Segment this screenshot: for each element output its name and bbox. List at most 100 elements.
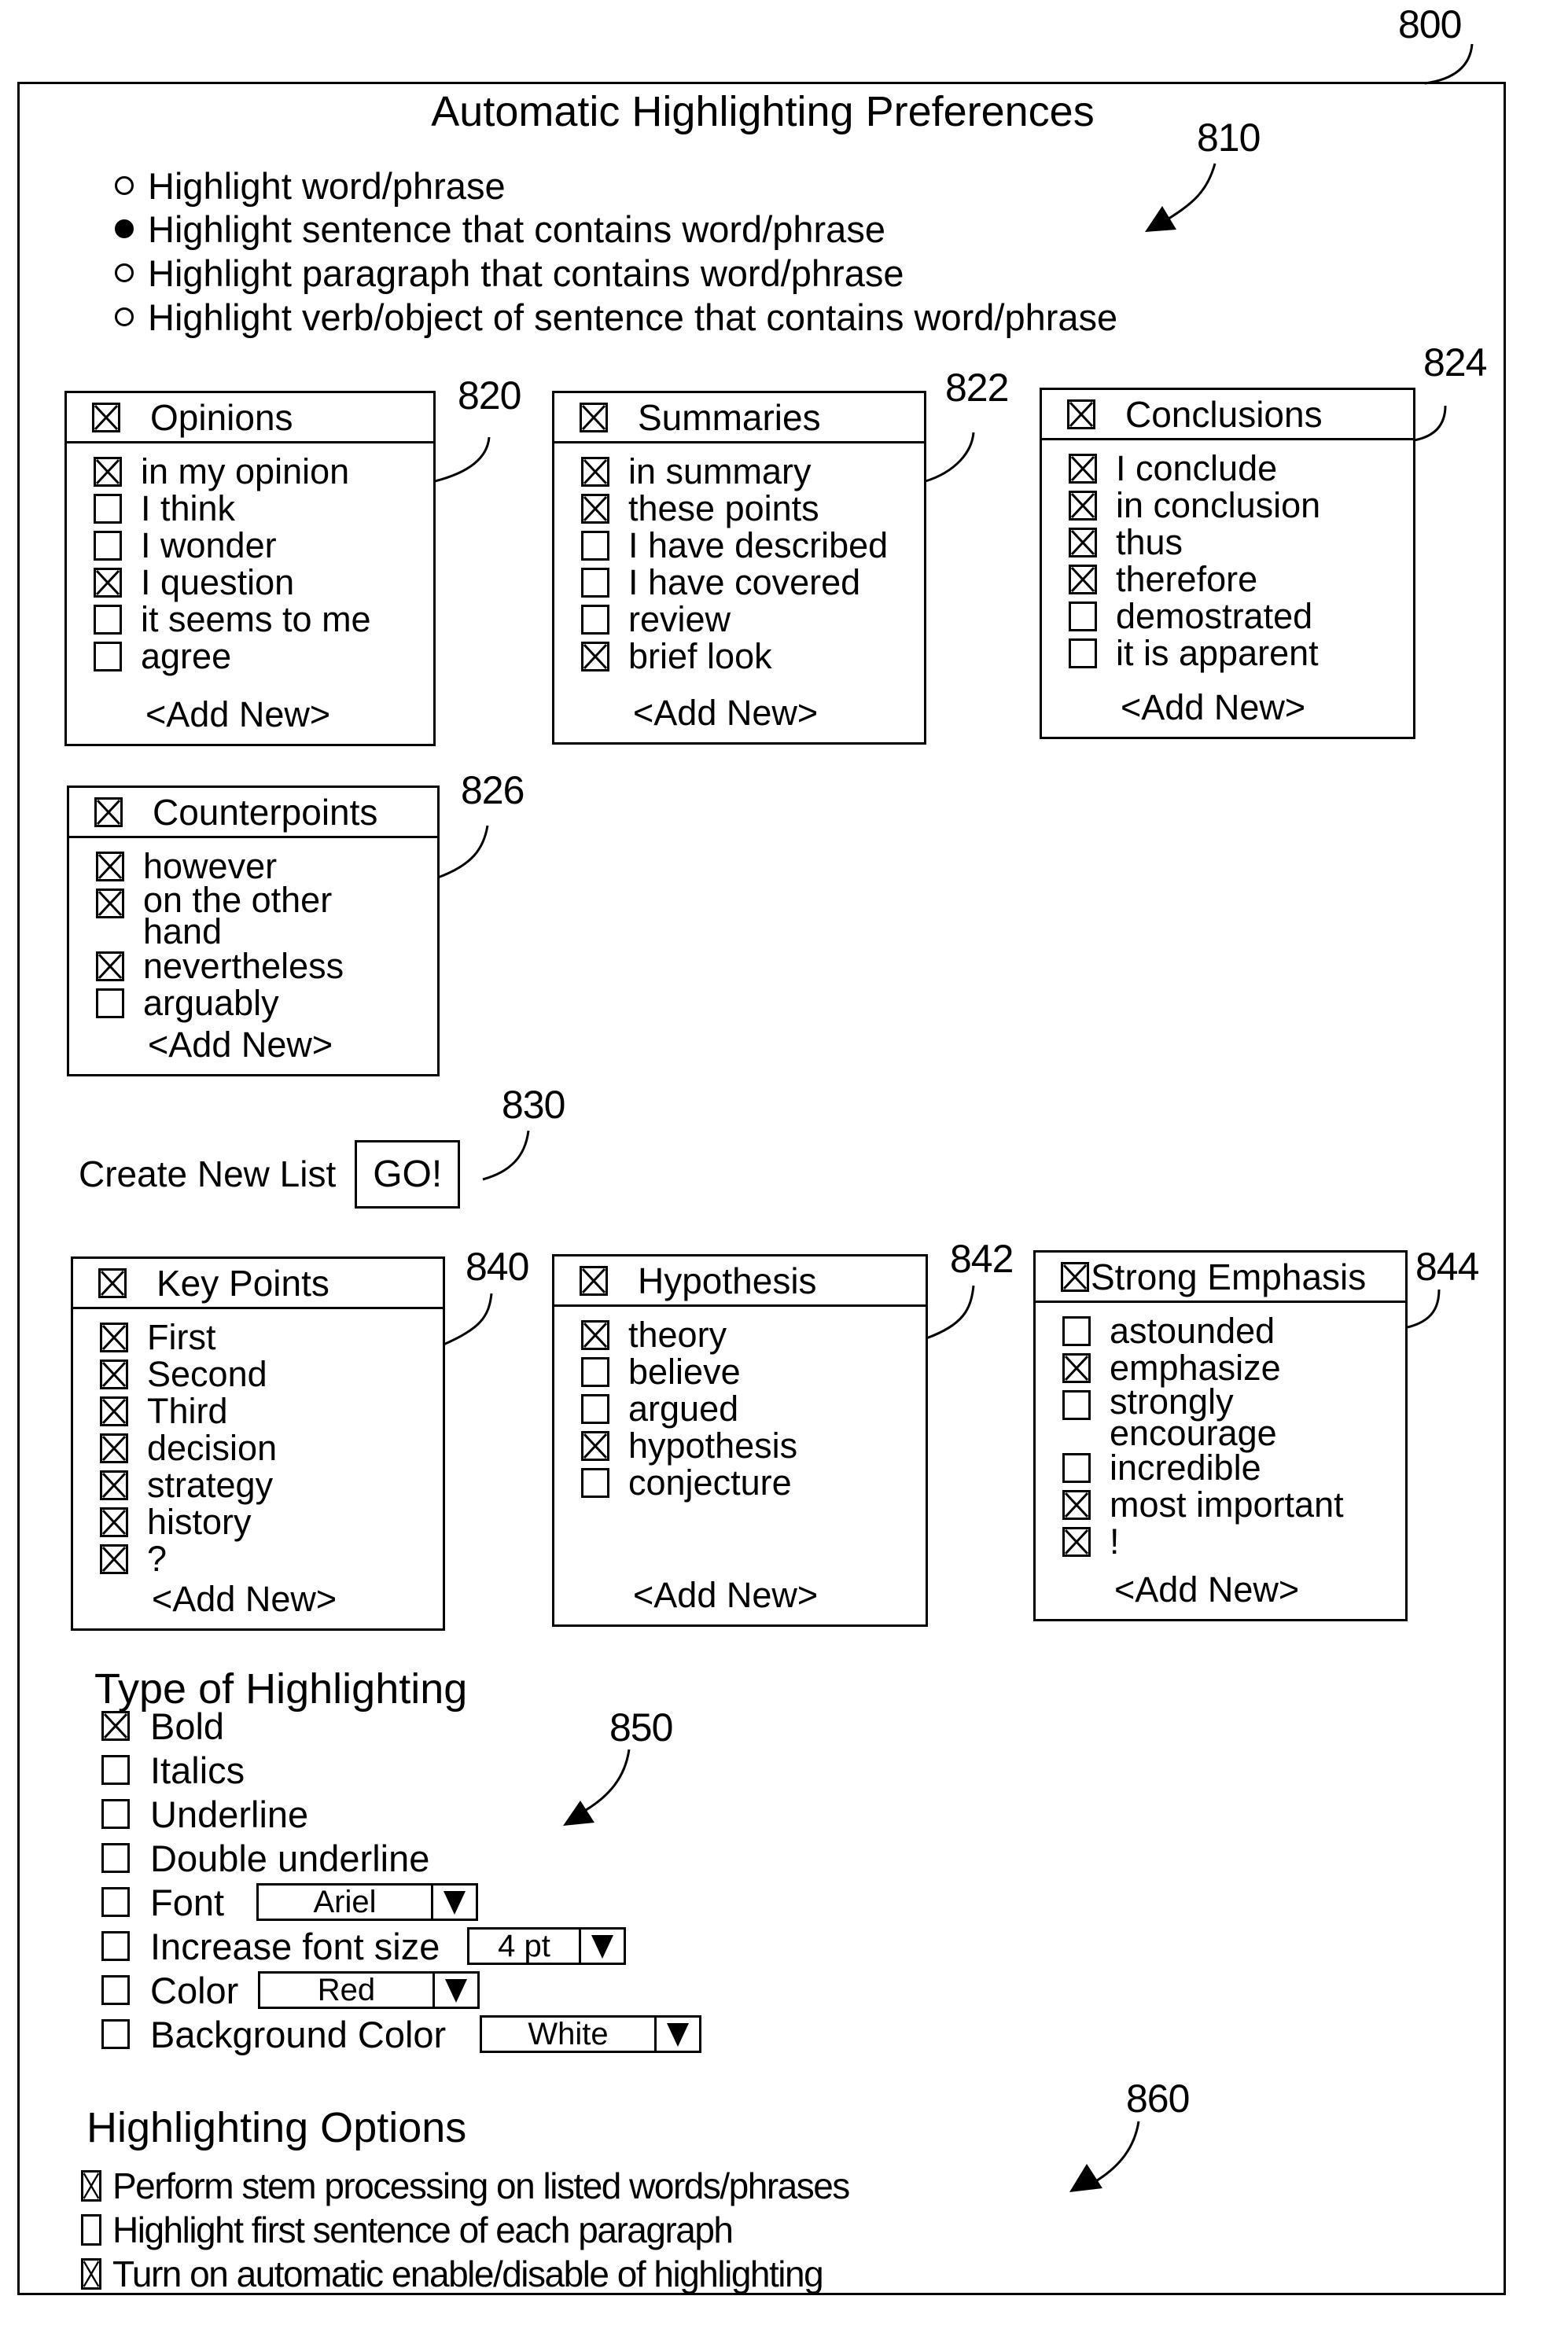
checkbox-checked[interactable] bbox=[580, 402, 608, 432]
checkbox-checked[interactable] bbox=[1062, 1353, 1091, 1383]
checkbox-unchecked[interactable] bbox=[101, 2019, 130, 2049]
list-header-summaries[interactable]: Summaries bbox=[554, 393, 924, 443]
checkbox-checked[interactable] bbox=[98, 1267, 127, 1298]
radio-button-selected[interactable] bbox=[115, 219, 134, 238]
list-item-most-important[interactable]: most important bbox=[1062, 1486, 1405, 1523]
checkbox-checked[interactable] bbox=[581, 494, 609, 524]
checkbox-checked[interactable] bbox=[96, 852, 124, 881]
checkbox-checked[interactable] bbox=[580, 1265, 608, 1296]
checkbox-unchecked[interactable] bbox=[101, 1799, 130, 1829]
list-header-conclusions[interactable]: Conclusions bbox=[1042, 390, 1413, 440]
list-item-brief-look[interactable]: brief look bbox=[581, 638, 924, 675]
checkbox-unchecked[interactable] bbox=[581, 531, 609, 561]
checkbox-checked[interactable] bbox=[581, 1431, 609, 1461]
list-header-counterpoints[interactable]: Counterpoints bbox=[69, 788, 437, 838]
checkbox-unchecked[interactable] bbox=[1062, 1453, 1091, 1483]
checkbox-checked[interactable] bbox=[94, 797, 123, 827]
list-item-in-summary[interactable]: in summary bbox=[581, 453, 924, 490]
add-new-item-link[interactable]: <Add New> bbox=[1036, 1570, 1405, 1610]
list-item-astounded[interactable]: astounded bbox=[1062, 1312, 1405, 1349]
list-header-key-points[interactable]: Key Points bbox=[73, 1259, 443, 1309]
checkbox-checked[interactable] bbox=[96, 951, 124, 981]
checkbox-unchecked[interactable] bbox=[101, 1843, 130, 1873]
checkbox-checked[interactable] bbox=[1069, 528, 1097, 557]
checkbox-unchecked[interactable] bbox=[581, 605, 609, 635]
add-new-item-link[interactable]: <Add New> bbox=[69, 1025, 437, 1065]
dropdown-arrow-icon[interactable] bbox=[432, 1974, 477, 2007]
add-new-item-link[interactable]: <Add New> bbox=[554, 694, 924, 733]
list-item-i-question[interactable]: I question bbox=[94, 564, 433, 601]
dropdown-arrow-icon[interactable] bbox=[579, 1930, 624, 1963]
checkbox-unchecked[interactable] bbox=[1069, 638, 1097, 668]
checkbox-checked[interactable] bbox=[100, 1433, 128, 1463]
list-item-conjecture[interactable]: conjecture bbox=[581, 1464, 926, 1501]
list-item-thus[interactable]: thus bbox=[1069, 524, 1413, 561]
checkbox-checked[interactable] bbox=[94, 457, 122, 487]
radio-button[interactable] bbox=[115, 263, 134, 282]
list-item-nevertheless[interactable]: nevertheless bbox=[96, 947, 437, 984]
list-item-arguably[interactable]: arguably bbox=[96, 984, 437, 1021]
list-item-theory[interactable]: theory bbox=[581, 1316, 926, 1353]
list-item-first[interactable]: First bbox=[100, 1319, 443, 1356]
go-button[interactable]: GO! bbox=[355, 1139, 461, 1209]
highlight-type-italics[interactable]: Italics bbox=[101, 1749, 245, 1791]
list-header-opinions[interactable]: Opinions bbox=[67, 393, 433, 443]
highlight-type-increase-font-size[interactable]: Increase font size bbox=[101, 1925, 440, 1967]
checkbox-unchecked[interactable] bbox=[94, 605, 122, 635]
list-item-incredible[interactable]: incredible bbox=[1062, 1449, 1405, 1486]
checkbox-checked[interactable] bbox=[581, 642, 609, 671]
checkbox-checked[interactable] bbox=[1062, 1490, 1091, 1520]
checkbox-unchecked[interactable] bbox=[96, 988, 124, 1018]
checkbox-checked[interactable] bbox=[100, 1323, 128, 1352]
highlight-option-highlight-first-sentence-of-each-paragra[interactable]: Highlight first sentence of each paragra… bbox=[81, 2209, 734, 2251]
add-new-item-link[interactable]: <Add New> bbox=[73, 1580, 443, 1619]
checkbox-checked[interactable] bbox=[100, 1507, 128, 1537]
list-item-i-think[interactable]: I think bbox=[94, 490, 433, 527]
list-item-i-wonder[interactable]: I wonder bbox=[94, 527, 433, 564]
checkbox-checked[interactable] bbox=[100, 1544, 128, 1574]
list-item-it-seems-to-me[interactable]: it seems to me bbox=[94, 601, 433, 638]
checkbox-checked[interactable] bbox=[81, 2170, 101, 2202]
background-color-dropdown[interactable]: White bbox=[480, 2015, 701, 2053]
list-item-on-the-other-hand[interactable]: on the other hand bbox=[96, 882, 437, 949]
list-item-argued[interactable]: argued bbox=[581, 1390, 926, 1427]
checkbox-checked[interactable] bbox=[94, 568, 122, 598]
add-new-item-link[interactable]: <Add New> bbox=[67, 695, 433, 734]
add-new-item-link[interactable]: <Add New> bbox=[1042, 688, 1413, 727]
list-item-therefore[interactable]: therefore bbox=[1069, 561, 1413, 598]
checkbox-unchecked[interactable] bbox=[581, 1357, 609, 1387]
checkbox-checked[interactable] bbox=[581, 457, 609, 487]
list-item-strategy[interactable]: strategy bbox=[100, 1466, 443, 1503]
font-dropdown[interactable]: Ariel bbox=[256, 1883, 478, 1921]
list-item-in-my-opinion[interactable]: in my opinion bbox=[94, 453, 433, 490]
list-item-history[interactable]: history bbox=[100, 1503, 443, 1540]
radio-highlight-verb-object[interactable]: Highlight verb/object of sentence that c… bbox=[115, 295, 1117, 339]
list-header-hypothesis[interactable]: Hypothesis bbox=[554, 1256, 926, 1307]
checkbox-unchecked[interactable] bbox=[1069, 602, 1097, 631]
radio-highlight-paragraph[interactable]: Highlight paragraph that contains word/p… bbox=[115, 251, 904, 295]
color-dropdown[interactable]: Red bbox=[258, 1971, 480, 2009]
checkbox-unchecked[interactable] bbox=[101, 1975, 130, 2005]
list-item-emphasize[interactable]: emphasize bbox=[1062, 1349, 1405, 1386]
checkbox-unchecked[interactable] bbox=[81, 2214, 101, 2246]
list-item-in-conclusion[interactable]: in conclusion bbox=[1069, 487, 1413, 524]
checkbox-checked[interactable] bbox=[81, 2258, 101, 2290]
add-new-item-link[interactable]: <Add New> bbox=[554, 1576, 926, 1615]
highlight-type-background-color[interactable]: Background Color bbox=[101, 2013, 446, 2055]
checkbox-unchecked[interactable] bbox=[1062, 1390, 1091, 1420]
dropdown-arrow-icon[interactable] bbox=[431, 1886, 476, 1919]
checkbox-checked[interactable] bbox=[100, 1359, 128, 1389]
list-item-hypothesis[interactable]: hypothesis bbox=[581, 1427, 926, 1464]
checkbox-unchecked[interactable] bbox=[581, 1394, 609, 1424]
highlight-type-double-underline[interactable]: Double underline bbox=[101, 1837, 429, 1879]
list-item-decision[interactable]: decision bbox=[100, 1429, 443, 1466]
list-item-symbol[interactable]: ? bbox=[100, 1540, 443, 1577]
radio-highlight-word[interactable]: Highlight word/phrase bbox=[115, 164, 506, 208]
radio-button[interactable] bbox=[115, 307, 134, 326]
checkbox-unchecked[interactable] bbox=[1062, 1316, 1091, 1346]
highlight-type-underline[interactable]: Underline bbox=[101, 1793, 308, 1835]
checkbox-unchecked[interactable] bbox=[94, 494, 122, 524]
list-item-review[interactable]: review bbox=[581, 601, 924, 638]
increase-font-size-dropdown[interactable]: 4 pt bbox=[467, 1927, 626, 1965]
highlight-option-turn-on-automatic-enable-disable-of-high[interactable]: Turn on automatic enable/disable of high… bbox=[81, 2253, 824, 2295]
